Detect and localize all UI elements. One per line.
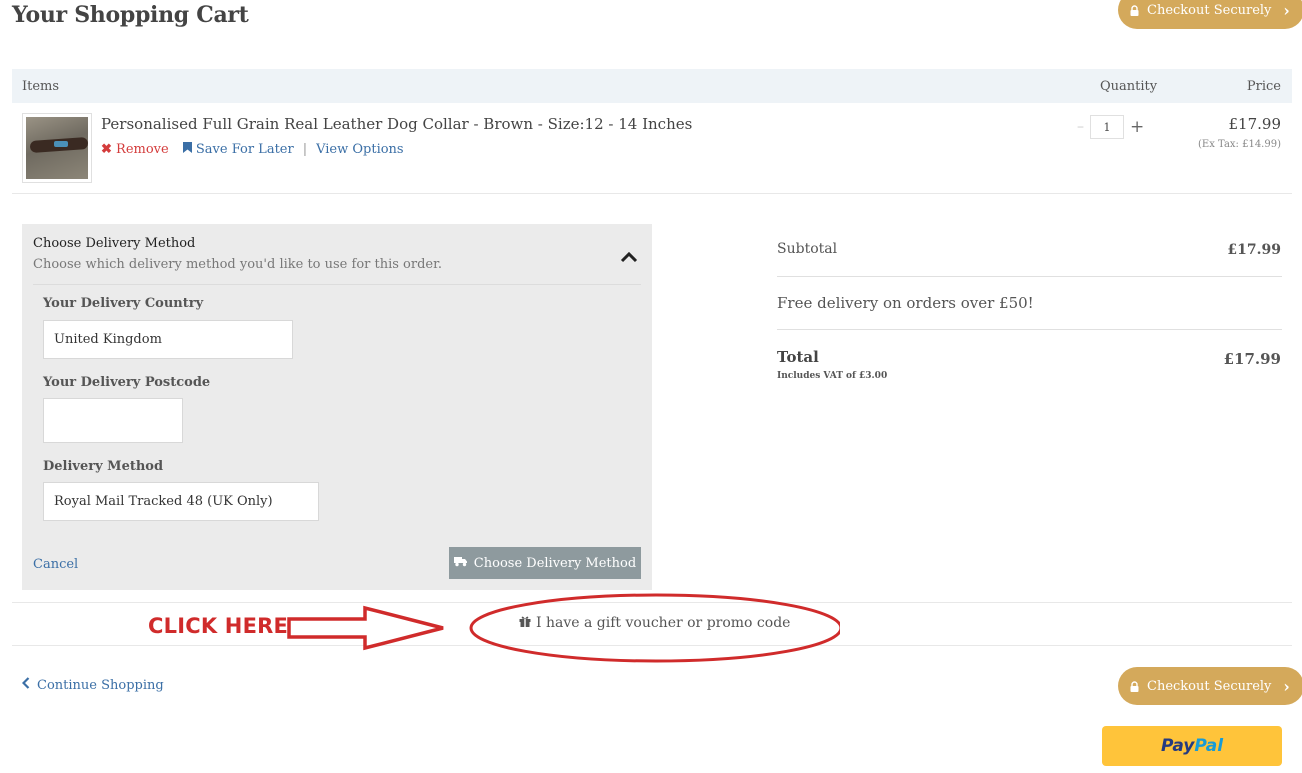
- checkout-label: Checkout Securely: [1147, 678, 1272, 694]
- paypal-button[interactable]: Pay Pal: [1102, 726, 1282, 766]
- lock-icon: [1130, 5, 1139, 16]
- total-label: Total: [777, 348, 819, 366]
- chevron-right-icon: ›: [1283, 676, 1290, 696]
- cancel-link[interactable]: Cancel: [33, 557, 78, 572]
- quantity-stepper: – 1 +: [1077, 115, 1144, 139]
- chevron-right-icon: ›: [1283, 0, 1290, 20]
- quantity-input[interactable]: 1: [1090, 115, 1124, 139]
- checkout-securely-button-top[interactable]: Checkout Securely ›: [1118, 0, 1302, 29]
- remove-label: Remove: [116, 142, 169, 157]
- subtotal-label: Subtotal: [777, 241, 838, 257]
- items-table-header: Items Quantity Price: [12, 69, 1292, 103]
- item-price-ex-tax: (Ex Tax: £14.99): [1198, 139, 1281, 150]
- choose-delivery-method-button[interactable]: Choose Delivery Method: [449, 547, 641, 579]
- free-delivery-note: Free delivery on orders over £50!: [777, 294, 1034, 312]
- country-select[interactable]: United Kingdom: [43, 320, 293, 359]
- vat-note: Includes VAT of £3.00: [777, 371, 888, 381]
- view-options-link[interactable]: View Options: [316, 142, 404, 157]
- delivery-method-panel: Choose Delivery Method Choose which deli…: [22, 224, 652, 590]
- bookmark-icon: [182, 142, 196, 157]
- items-column-header: Items: [22, 79, 60, 94]
- product-title[interactable]: Personalised Full Grain Real Leather Dog…: [101, 115, 692, 133]
- delivery-panel-subtitle: Choose which delivery method you'd like …: [33, 257, 443, 272]
- item-actions: ✖ Remove Save For Later | View Options: [101, 142, 404, 157]
- page-title: Your Shopping Cart: [12, 2, 249, 28]
- click-here-annotation: CLICK HERE: [148, 614, 289, 638]
- subtotal-value: £17.99: [1227, 242, 1281, 258]
- paypal-logo-part2: Pal: [1194, 736, 1224, 756]
- lock-icon: [1130, 681, 1139, 692]
- divider: [777, 276, 1282, 277]
- price-column-header: Price: [1246, 79, 1281, 94]
- quantity-column-header: Quantity: [1100, 79, 1158, 94]
- product-thumbnail[interactable]: [22, 113, 92, 183]
- checkout-label: Checkout Securely: [1147, 2, 1272, 18]
- qty-increase-button[interactable]: +: [1130, 117, 1144, 137]
- item-price: £17.99: [1228, 115, 1282, 133]
- cart-item-row: Personalised Full Grain Real Leather Dog…: [12, 103, 1292, 194]
- save-for-later-label: Save For Later: [195, 142, 294, 157]
- truck-icon: [453, 556, 468, 571]
- country-label: Your Delivery Country: [43, 296, 204, 311]
- chevron-left-icon: [21, 677, 30, 693]
- remove-link[interactable]: ✖ Remove: [101, 142, 169, 157]
- delivery-method-select[interactable]: Royal Mail Tracked 48 (UK Only): [43, 482, 319, 521]
- checkout-securely-button-bottom[interactable]: Checkout Securely ›: [1118, 667, 1302, 705]
- delivery-method-label: Delivery Method: [43, 459, 164, 474]
- chevron-up-icon[interactable]: [620, 248, 638, 263]
- total-value: £17.99: [1223, 350, 1281, 368]
- close-icon: ✖: [101, 142, 112, 157]
- divider: [33, 284, 641, 285]
- continue-shopping-link[interactable]: Continue Shopping: [21, 677, 164, 693]
- qty-decrease-button[interactable]: –: [1077, 119, 1084, 135]
- choose-delivery-label: Choose Delivery Method: [473, 555, 637, 571]
- separator: |: [302, 142, 308, 157]
- postcode-label: Your Delivery Postcode: [43, 375, 211, 390]
- save-for-later-link[interactable]: Save For Later: [182, 142, 294, 157]
- divider: [777, 329, 1282, 330]
- delivery-panel-title: Choose Delivery Method: [33, 236, 196, 251]
- postcode-input[interactable]: [43, 398, 183, 443]
- continue-shopping-label: Continue Shopping: [37, 677, 164, 693]
- paypal-logo-part1: Pay: [1160, 736, 1195, 756]
- annotation-arrow-icon: [287, 593, 840, 663]
